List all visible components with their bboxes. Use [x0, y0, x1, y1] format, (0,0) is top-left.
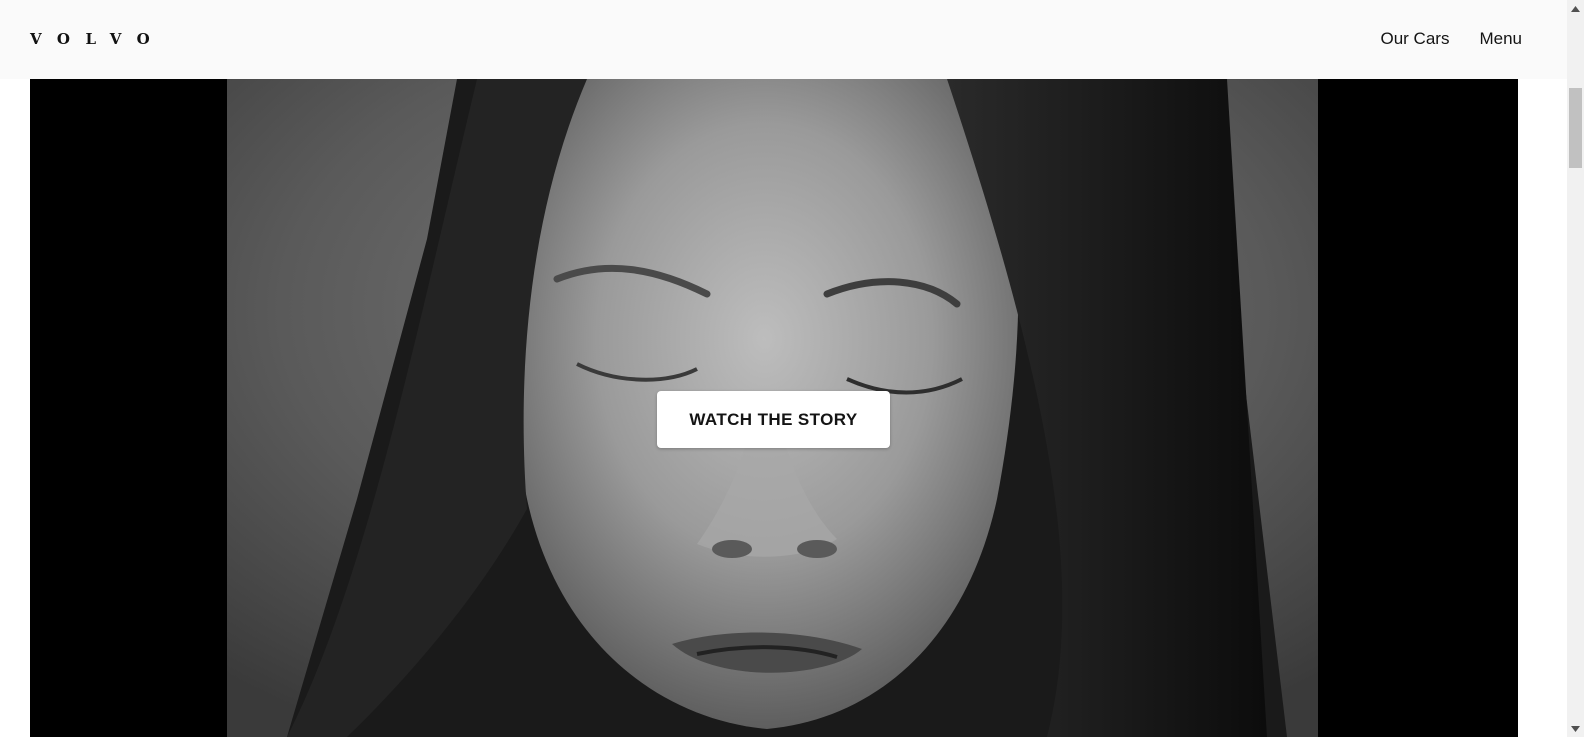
scroll-down-icon[interactable]	[1567, 720, 1584, 737]
nav-menu[interactable]: Menu	[1479, 28, 1522, 50]
scrollbar-thumb[interactable]	[1569, 88, 1582, 168]
page: VOLVO Our Cars Menu WATCH THE STORY	[0, 0, 1584, 737]
vertical-scrollbar[interactable]	[1567, 0, 1584, 737]
page-content: VOLVO Our Cars Menu WATCH THE STORY	[0, 0, 1567, 737]
scroll-up-icon[interactable]	[1567, 0, 1584, 17]
watch-the-story-button[interactable]: WATCH THE STORY	[657, 391, 890, 448]
main-nav: Our Cars Menu	[1381, 28, 1523, 50]
nav-our-cars[interactable]: Our Cars	[1381, 28, 1450, 50]
site-header: VOLVO Our Cars Menu	[0, 0, 1567, 79]
volvo-logo[interactable]: VOLVO	[30, 30, 165, 48]
